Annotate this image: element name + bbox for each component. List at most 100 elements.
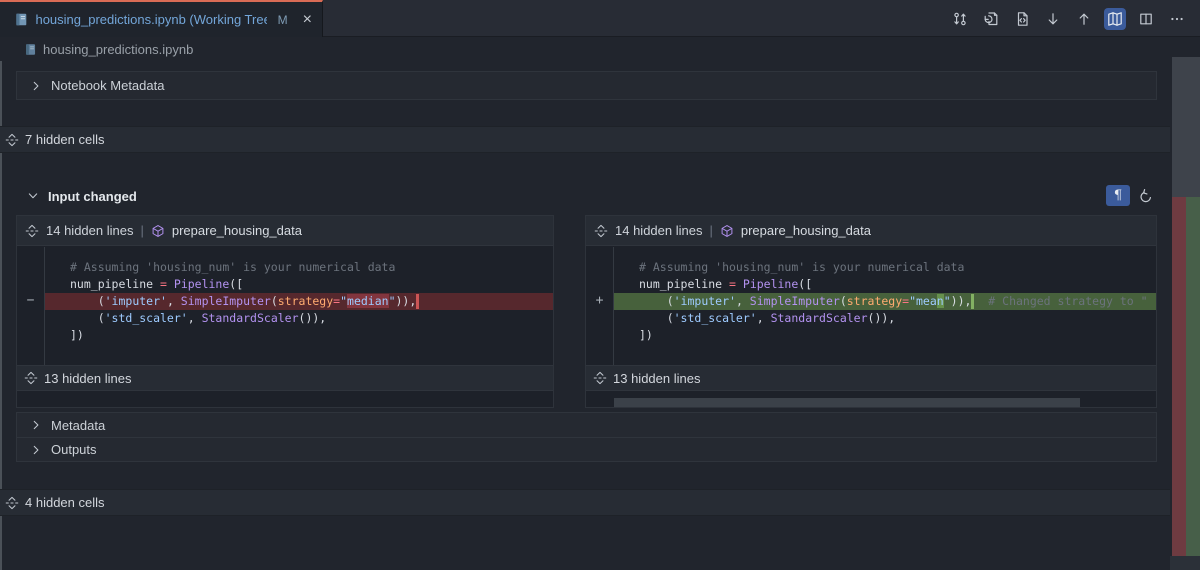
split-editor-button[interactable] [1135,8,1157,30]
outputs-row[interactable]: Outputs [17,437,1156,461]
diff-gutter-sign [586,259,613,276]
arrow-down-icon [1045,11,1061,27]
notebook-metadata-label: Notebook Metadata [51,78,164,93]
unfold-icon [24,371,38,385]
notebook-icon [24,43,37,56]
diff-gutter-sign [586,310,613,327]
file-code-icon [1014,11,1030,27]
code-line-ctx[interactable]: ('std_scaler', StandardScaler()), [586,310,1156,327]
hidden-cells-top-strip[interactable]: 7 hidden cells [0,126,1170,153]
unfold-icon [594,224,608,238]
metadata-label: Metadata [51,418,105,433]
code-line-del[interactable]: − ('imputer', SimpleImputer(strategy="me… [17,293,553,310]
section-input-changed-title: Input changed [48,189,137,204]
file-revert-icon [983,11,999,27]
chevron-right-icon [29,79,43,93]
toggle-whitespace-button[interactable]: ¶ [1106,185,1130,206]
discard-icon [1138,188,1154,204]
code-line-ctx[interactable]: num_pipeline = Pipeline([ [17,276,553,293]
revert-file-button[interactable] [980,8,1002,30]
header-separator: | [709,223,712,238]
previous-change-button[interactable] [1073,8,1095,30]
code-line-ctx[interactable]: ]) [17,327,553,344]
map-icon [1107,11,1123,27]
more-actions-button[interactable] [1166,8,1188,30]
symbol-name: prepare_housing_data [172,223,302,238]
modified-hidden-lines-footer[interactable]: 13 hidden lines [586,365,1156,391]
metadata-row[interactable]: Metadata [17,413,1156,437]
outputs-label: Outputs [51,442,97,457]
diff-gutter-sign: − [17,293,44,310]
tab-bar: housing_predictions.ipynb (Working Tree)… [0,0,1200,37]
section-cell-details: Metadata Outputs [16,412,1157,462]
git-modified-badge: M [278,13,288,27]
toggle-map-button[interactable] [1104,8,1126,30]
close-icon[interactable]: × [303,12,312,28]
tab-housing-predictions-working-tree[interactable]: housing_predictions.ipynb (Working Tree)… [0,0,323,37]
gutter-separator [44,247,45,365]
code-line-add[interactable]: + ('imputer', SimpleImputer(strategy="me… [586,293,1156,310]
section-notebook-metadata: Notebook Metadata [16,71,1157,100]
diff-gutter-sign: + [586,293,613,310]
modified-hidden-lines-header[interactable]: 14 hidden lines | prepare_housing_data [586,216,1156,246]
code-line-ctx[interactable]: ]) [586,327,1156,344]
hidden-lines-count: 13 hidden lines [613,371,700,386]
diff-pane-modified: 14 hidden lines | prepare_housing_data #… [585,215,1157,408]
horizontal-scrollbar[interactable] [614,398,1080,408]
chevron-down-icon [26,189,40,203]
open-file-button[interactable] [1011,8,1033,30]
diff-gutter-sign [586,327,613,344]
symbol-name: prepare_housing_data [741,223,871,238]
hidden-lines-count: 14 hidden lines [615,223,702,238]
breadcrumb-item-file[interactable]: housing_predictions.ipynb [43,42,193,57]
section-input-changed-header[interactable]: Input changed ¶ [16,181,1157,211]
notebook-diff-editor: housing_predictions.ipynb (Working Tree)… [0,0,1200,570]
hidden-lines-count: 14 hidden lines [46,223,133,238]
code-line-ctx[interactable]: # Assuming 'housing_num' is your numeric… [17,259,553,276]
split-editor-icon [1138,11,1154,27]
hidden-lines-count: 13 hidden lines [44,371,131,386]
header-separator: | [140,223,143,238]
overview-ruler-additions [1186,197,1200,556]
revert-change-button[interactable] [1135,185,1157,206]
breadcrumb: housing_predictions.ipynb [0,37,1200,61]
notebook-icon [14,12,28,27]
more-actions-icon [1169,11,1185,27]
original-code[interactable]: # Assuming 'housing_num' is your numeric… [17,247,553,344]
overview-ruler-deletions [1172,197,1186,556]
unfold-icon [25,224,39,238]
hidden-cells-top-label: 7 hidden cells [25,132,105,147]
diff-gutter-sign [17,327,44,344]
hidden-cells-bottom-strip[interactable]: 4 hidden cells [0,489,1170,516]
original-hidden-lines-header[interactable]: 14 hidden lines | prepare_housing_data [17,216,553,246]
notebook-metadata-row[interactable]: Notebook Metadata [17,72,1156,99]
vertical-scrollbar[interactable] [1172,57,1200,197]
tab-title: housing_predictions.ipynb (Working Tree) [35,12,266,27]
diff-gutter-sign [17,310,44,327]
scrollbar-corner [1170,556,1200,570]
compare-changes-button[interactable] [949,8,971,30]
diff-gutter-sign [17,276,44,293]
next-change-button[interactable] [1042,8,1064,30]
unfold-icon [5,496,19,510]
unfold-icon [593,371,607,385]
modified-code[interactable]: # Assuming 'housing_num' is your numeric… [586,247,1156,344]
diff-gutter-sign [17,259,44,276]
original-hidden-lines-footer[interactable]: 13 hidden lines [17,365,553,391]
chevron-right-icon [29,418,43,432]
input-changed-actions: ¶ [1106,185,1157,206]
code-line-ctx[interactable]: ('std_scaler', StandardScaler()), [17,310,553,327]
chevron-right-icon [29,443,43,457]
hidden-cells-bottom-label: 4 hidden cells [25,495,105,510]
code-line-ctx[interactable]: # Assuming 'housing_num' is your numeric… [586,259,1156,276]
diff-pane-original: 14 hidden lines | prepare_housing_data #… [16,215,554,408]
gutter-separator [613,247,614,365]
diff-gutter-sign [586,276,613,293]
git-compare-icon [952,11,968,27]
symbol-method-icon [151,224,165,238]
unfold-icon [5,133,19,147]
arrow-up-icon [1076,11,1092,27]
code-line-ctx[interactable]: num_pipeline = Pipeline([ [586,276,1156,293]
symbol-method-icon [720,224,734,238]
editor-actions [949,0,1188,37]
